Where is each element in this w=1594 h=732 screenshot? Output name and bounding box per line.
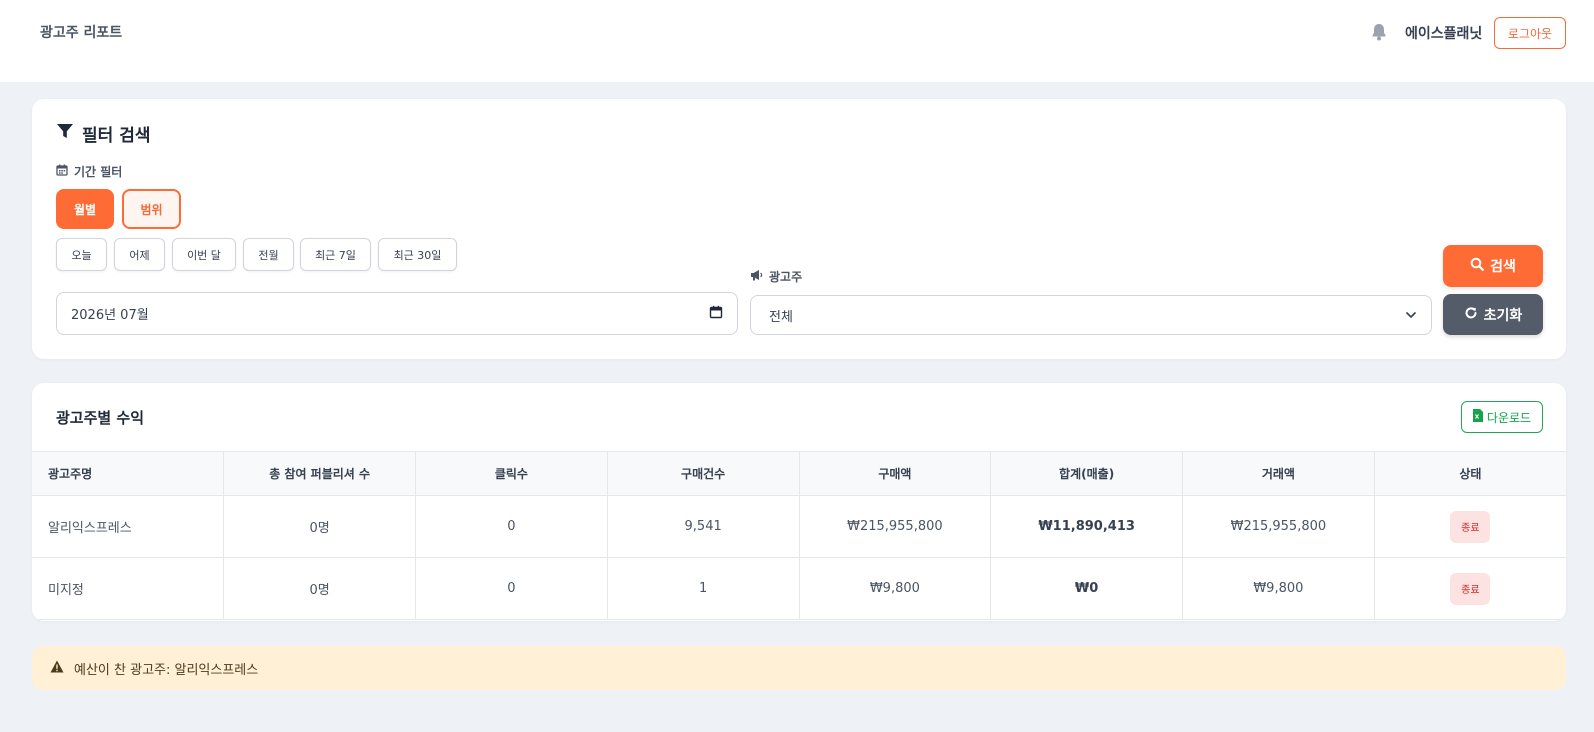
period-filter-label: 기간 필터 [56, 163, 122, 180]
advertiser-label: 광고주 [750, 268, 802, 285]
budget-alert-text: 예산이 찬 광고주: 알리익스프레스 [74, 662, 259, 678]
purchase-amount-cell: ₩215,955,800 [799, 495, 992, 558]
column-header[interactable]: 클릭수 [415, 451, 608, 496]
column-header[interactable]: 총 참여 퍼블리셔 수 [223, 451, 416, 496]
reset-button[interactable]: 초기화 [1443, 294, 1543, 335]
download-button-label: 다운로드 [1486, 410, 1532, 425]
advertiser-name-cell: 미지정 [32, 557, 225, 620]
reset-button-label: 초기화 [1483, 307, 1523, 324]
month-input-value: 2026년 07월 [71, 308, 149, 323]
download-button[interactable]: 다운로드 [1461, 401, 1543, 433]
publishers-cell: 0명 [223, 495, 416, 558]
revenue-title: 광고주별 수익 [56, 409, 145, 427]
status-badge: 종료 [1450, 510, 1491, 543]
quick-yesterday-button[interactable]: 어제 [114, 238, 165, 271]
total-cell: ₩0 [990, 557, 1183, 620]
mode-monthly-button[interactable]: 월별 [56, 189, 114, 229]
total-cell: ₩11,890,413 [990, 495, 1183, 558]
warning-icon [50, 660, 64, 677]
clicks-cell: 0 [415, 557, 608, 620]
column-header[interactable]: 구매액 [799, 451, 992, 496]
column-header[interactable]: 상태 [1374, 451, 1566, 496]
quick-last-month-button[interactable]: 전월 [243, 238, 294, 271]
quick-7days-button[interactable]: 최근 7일 [300, 238, 371, 271]
search-button[interactable]: 검색 [1443, 245, 1543, 287]
search-icon [1470, 257, 1485, 275]
bell-icon[interactable] [1369, 22, 1389, 42]
advertiser-select-value: 전체 [769, 309, 793, 325]
calendar-picker-icon[interactable] [709, 305, 723, 323]
budget-alert: 예산이 찬 광고주: 알리익스프레스 [32, 646, 1566, 690]
filter-icon [56, 122, 74, 145]
month-input[interactable]: 2026년 07월 [56, 292, 738, 335]
logout-button[interactable]: 로그아웃 [1494, 17, 1566, 49]
purchase-amount-cell: ₩9,800 [799, 557, 992, 620]
filter-card: 필터 검색 기간 필터 월별 범위 오늘 어제 이번 달 전월 최근 7일 최근… [32, 99, 1566, 359]
period-filter-label-text: 기간 필터 [74, 165, 123, 179]
advertiser-name-cell: 알리익스프레스 [32, 495, 225, 558]
table-header-row: 광고주명 총 참여 퍼블리셔 수 클릭수 구매건수 구매액 합계(매출) 거래액… [32, 451, 1566, 496]
column-header[interactable]: 거래액 [1182, 451, 1375, 496]
status-badge: 종료 [1450, 572, 1491, 605]
advertiser-select[interactable]: 전체 [750, 295, 1432, 335]
column-header[interactable]: 합계(매출) [990, 451, 1183, 496]
mode-range-button[interactable]: 범위 [122, 189, 181, 229]
table-row[interactable]: 미지정 0명 0 1 ₩9,800 ₩0 ₩9,800 종료 [32, 557, 1566, 620]
quick-this-month-button[interactable]: 이번 달 [172, 238, 236, 271]
revenue-table: 광고주명 총 참여 퍼블리셔 수 클릭수 구매건수 구매액 합계(매출) 거래액… [32, 451, 1566, 620]
calendar-icon [56, 164, 68, 179]
search-button-label: 검색 [1490, 259, 1516, 275]
chevron-down-icon [1405, 308, 1417, 323]
filter-title-text: 필터 검색 [82, 126, 151, 146]
status-cell: 종료 [1374, 557, 1566, 620]
transaction-cell: ₩9,800 [1182, 557, 1375, 620]
megaphone-icon [750, 269, 763, 284]
top-bar: 광고주 리포트 에이스플래닛 로그아웃 [0, 0, 1594, 82]
revenue-card: 광고주별 수익 다운로드 광고주명 총 참여 퍼블리셔 수 클릭수 구매건수 구… [32, 383, 1566, 621]
brand-title: 광고주 리포트 [40, 25, 123, 41]
filter-title: 필터 검색 [56, 121, 150, 146]
refresh-icon [1464, 306, 1478, 324]
company-name: 에이스플래닛 [1405, 26, 1483, 42]
excel-file-icon [1472, 409, 1483, 425]
publishers-cell: 0명 [223, 557, 416, 620]
column-header[interactable]: 광고주명 [32, 451, 225, 496]
advertiser-label-text: 광고주 [769, 270, 803, 284]
transaction-cell: ₩215,955,800 [1182, 495, 1375, 558]
table-row[interactable]: 알리익스프레스 0명 0 9,541 ₩215,955,800 ₩11,890,… [32, 495, 1566, 558]
status-cell: 종료 [1374, 495, 1566, 558]
quick-30days-button[interactable]: 최근 30일 [378, 238, 457, 271]
clicks-cell: 0 [415, 495, 608, 558]
purchases-cell: 1 [607, 557, 800, 620]
quick-today-button[interactable]: 오늘 [56, 238, 107, 271]
purchases-cell: 9,541 [607, 495, 800, 558]
column-header[interactable]: 구매건수 [607, 451, 800, 496]
